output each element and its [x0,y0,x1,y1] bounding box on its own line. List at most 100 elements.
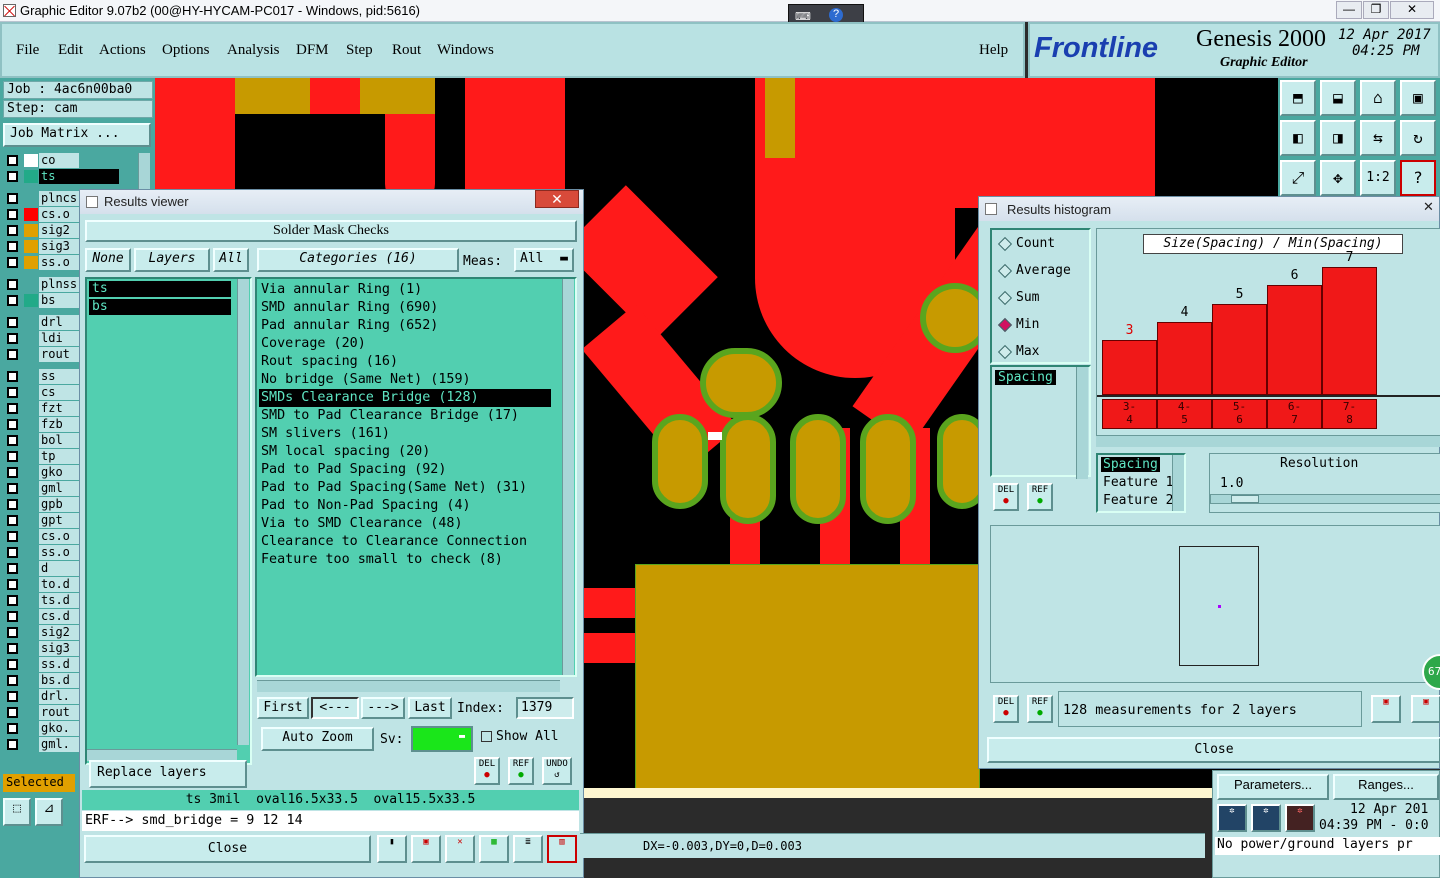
measure-list[interactable]: Spacing [990,365,1091,479]
layer-checkbox[interactable] [7,295,18,306]
layer-checkbox[interactable] [7,317,18,328]
menu-step[interactable]: Step [346,42,373,59]
job-matrix-button[interactable]: Job Matrix ... [3,123,151,147]
export-icon[interactable]: ▣ [411,835,441,863]
menu-dfm[interactable]: DFM [296,42,329,59]
undo-button[interactable]: UNDO ↺ [542,757,572,785]
layer-checkbox[interactable] [7,691,18,702]
close-window-button[interactable]: ✕ [1390,1,1434,19]
category-item[interactable]: Pad to Pad Spacing(Same Net) (31) [261,479,527,497]
meas-dropdown[interactable]: All ▬ [514,248,574,272]
results-histogram-close-icon[interactable]: ✕ [1423,199,1434,215]
next-button[interactable]: ---> [361,697,405,719]
category-item[interactable]: Coverage (20) [261,335,366,353]
none-button[interactable]: None [85,248,131,272]
layer-checkbox[interactable] [7,467,18,478]
layer-list-vscroll[interactable] [237,279,249,745]
measure-tool-icon[interactable]: ⊿ [35,798,63,826]
help-icon[interactable]: ? [1400,160,1436,196]
layer-checkbox[interactable] [7,387,18,398]
menu-options[interactable]: Options [162,42,210,59]
tool-icon-1[interactable]: ✲ [1217,804,1247,832]
preview-area[interactable] [990,525,1440,683]
auto-zoom-dropdown[interactable]: Auto Zoom [261,727,374,751]
hist-ref-button[interactable]: REF ● [1027,483,1053,511]
menu-analysis[interactable]: Analysis [227,42,280,59]
show-all-checkbox[interactable] [481,731,492,742]
mode-radio[interactable] [997,344,1013,360]
category-list[interactable]: Via annular Ring (1) SMD annular Ring (69… [255,277,577,677]
histogram-bar[interactable] [1157,322,1212,395]
histogram-hscroll[interactable] [1096,435,1440,447]
mirror-icon[interactable]: ⇆ [1360,120,1396,156]
layer-checkbox[interactable] [7,419,18,430]
layer-checkbox[interactable] [7,483,18,494]
results-viewer-close-button[interactable]: Close [84,835,371,863]
zoom-result-icon[interactable]: ▣ [1371,695,1401,723]
layer-checkbox[interactable] [7,659,18,670]
layer-checkbox[interactable] [7,595,18,606]
layer-checkbox[interactable] [7,675,18,686]
feature-item[interactable]: Feature 2 [1101,493,1175,508]
all-layers-button[interactable]: All [213,248,249,272]
last-button[interactable]: Last [408,697,452,719]
histogram-bar[interactable] [1212,304,1267,395]
zoom-center-icon[interactable]: ✥ [1320,160,1356,196]
maximize-button[interactable]: ❐ [1363,1,1389,19]
first-button[interactable]: First [257,697,309,719]
rv-layer-item[interactable]: ts [89,281,231,297]
layer-checkbox[interactable] [7,435,18,446]
window-icon[interactable]: ▣ [1400,80,1436,116]
category-item[interactable]: Pad annular Ring (652) [261,317,438,335]
spacing-item[interactable]: Spacing [995,370,1056,385]
histogram-icon[interactable]: ▥ [547,835,577,863]
histogram-bar[interactable] [1267,285,1322,395]
index-input[interactable]: 1379 [516,697,574,719]
layer-checkbox[interactable] [7,739,18,750]
resolution-control[interactable]: Resolution 1.0 [1209,453,1440,513]
layer-checkbox[interactable] [7,515,18,526]
tool-icon-2[interactable]: ✲ [1251,804,1281,832]
feature-list[interactable]: Spacing Feature 1 Feature 2 [1096,453,1186,513]
category-item[interactable]: Via annular Ring (1) [261,281,422,299]
layer-checkbox[interactable] [7,723,18,734]
redraw-icon[interactable]: ↻ [1400,120,1436,156]
report-icon[interactable]: ▮ [377,835,407,863]
notes-icon[interactable]: ≣ [513,835,543,863]
category-list-vscroll[interactable] [562,279,574,675]
pan-down-icon[interactable]: ⬓ [1320,80,1356,116]
resolution-slider-thumb[interactable] [1231,495,1259,503]
category-item[interactable]: SM slivers (161) [261,425,390,443]
layer-checkbox[interactable] [7,371,18,382]
results-viewer-close-icon[interactable]: ✕ [535,190,579,208]
category-item[interactable]: Feature too small to check (8) [261,551,503,569]
hist-del-button[interactable]: DEL ● [993,483,1019,511]
feature-item[interactable]: Feature 1 [1101,475,1175,490]
zoom-fit-icon[interactable]: ⤢ [1280,160,1316,196]
layer-checkbox[interactable] [7,547,18,558]
hist-del-button-2[interactable]: DEL ● [993,695,1019,723]
zoom-all-icon[interactable]: ▣ [1411,695,1440,723]
layer-checkbox[interactable] [7,627,18,638]
mode-radio[interactable] [997,317,1013,333]
layer-list[interactable]: ts bs [85,277,252,765]
mode-radio[interactable] [997,236,1013,252]
layer-checkbox[interactable] [7,193,18,204]
category-item[interactable]: SMD annular Ring (690) [261,299,438,317]
menu-file[interactable]: File [16,42,39,59]
category-item[interactable]: SM local spacing (20) [261,443,430,461]
layer-checkbox[interactable] [7,403,18,414]
histogram-close-button[interactable]: Close [987,737,1440,763]
del-button[interactable]: DEL ● [474,757,500,785]
menu-help[interactable]: Help [979,42,1008,59]
category-item[interactable]: Pad to Non-Pad Spacing (4) [261,497,471,515]
layer-checkbox[interactable] [7,611,18,622]
prev-button[interactable]: <--- [311,697,359,719]
category-item[interactable]: No bridge (Same Net) (159) [261,371,471,389]
category-list-hscroll[interactable] [257,680,560,692]
tool-icon-3[interactable]: ✲ [1285,804,1315,832]
minimize-button[interactable]: — [1336,1,1362,19]
layer-checkbox[interactable] [7,643,18,654]
zoom-1to2-icon[interactable]: 1:2 [1360,160,1396,196]
mode-radio[interactable] [997,263,1013,279]
